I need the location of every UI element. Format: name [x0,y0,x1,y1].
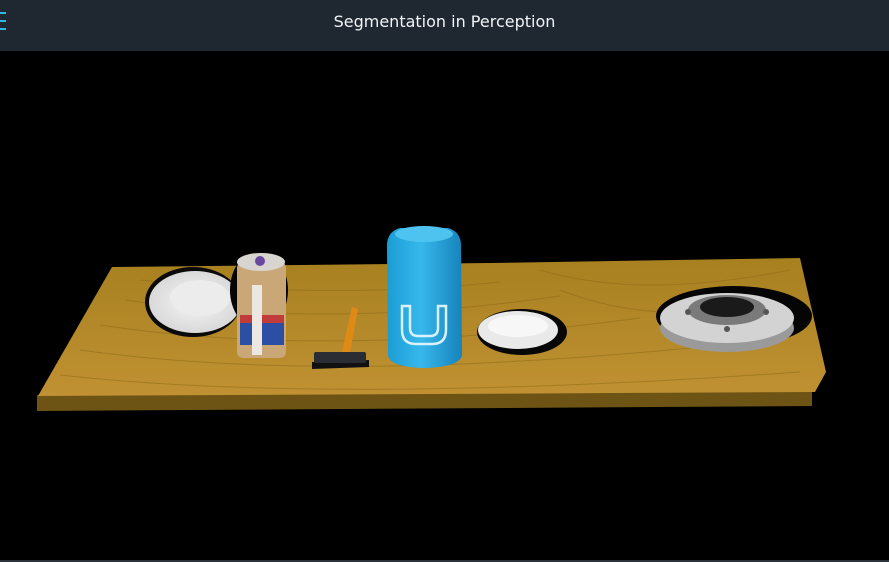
scene-render [37,226,826,411]
small-bowl [477,309,567,355]
simulation-viewport[interactable] [0,51,889,561]
header-bar: Segmentation in Perception [0,0,889,51]
large-bowl [145,267,241,337]
jar [230,251,288,358]
soda-can [386,226,462,368]
page-title: Segmentation in Perception [333,12,556,31]
